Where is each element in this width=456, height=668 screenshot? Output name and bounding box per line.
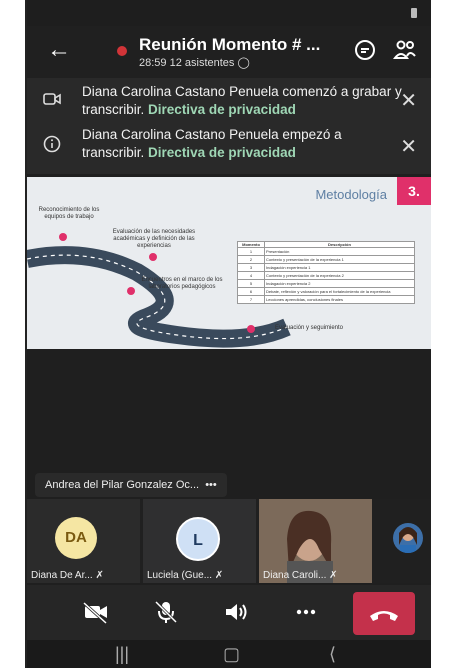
recording-banner-text: Diana Carolina Castano Penuela comenzó a… [82,83,402,119]
table-cell: 7 [237,295,265,304]
table-cell: 2 [237,255,265,264]
shared-content-stage: Metodología 3. Reconocimiento de los equ… [27,177,431,497]
meeting-timer: 28:59 [139,57,167,69]
table-cell: 3 [237,263,265,272]
table-cell: Lecciones aprendidas, conclusiones final… [264,295,415,304]
participants-icon[interactable] [393,38,417,62]
table-cell: 4 [237,271,265,280]
close-icon[interactable]: ✕ [400,88,417,113]
muted-mic-icon: ✗ [214,570,224,581]
slide-step-label: Evaluación de las necesidades académicas… [112,229,196,249]
participant-name: Diana Caroli... ✗ [263,570,338,581]
slide-table: Momento Descripción 1 Presentación 2 Con… [237,241,415,304]
table-row: 2 Contexto y presentación de la experien… [237,255,415,264]
slide-step-label: Reconocimiento de los equipos de trabajo [38,207,100,220]
recording-dot-icon [117,46,127,56]
self-view-avatar[interactable] [393,523,423,553]
table-cell: Contexto y presentación de la experienci… [264,271,415,280]
recording-banner: Diana Carolina Castano Penuela comenzó a… [27,78,431,126]
info-icon [43,135,61,153]
location-pin-icon [149,253,157,261]
status-bar [27,0,431,26]
participant-name-text: Diana De Ar... [31,570,93,581]
presenter-nametag[interactable]: Andrea del Pilar Gonzalez Oc... ••• [35,473,227,497]
slide-step-label: Encuentros en el marco de los laboratori… [141,277,223,290]
battery-icon [411,8,417,18]
speaker-icon[interactable] [221,597,251,627]
participant-name-text: Luciela (Gue... [147,570,213,581]
table-cell: Indagación experiencia 1 [264,263,415,272]
location-pin-icon [127,287,135,295]
participant-name: Luciela (Gue... ✗ [147,570,223,581]
table-cell: Contexto y presentación de la experienci… [264,255,415,264]
participant-tile[interactable]: L Luciela (Gue... ✗ [143,499,256,583]
mic-off-icon[interactable] [151,597,181,627]
attendee-count: 12 asistentes [169,57,235,69]
table-cell: 5 [237,279,265,288]
hang-up-phone-icon [370,611,398,621]
camera-off-icon[interactable] [81,597,111,627]
avatar: L [176,517,220,561]
camera-record-icon [43,93,61,105]
recent-apps-icon[interactable]: ||| [115,644,129,665]
privacy-link[interactable]: Directiva de privacidad [148,145,296,160]
meeting-meta: 28:59 12 asistentes ◯ [139,56,250,69]
table-row: 5 Indagación experiencia 2 [237,279,415,288]
transcription-banner: Diana Carolina Castano Penuela empezó a … [27,122,431,174]
participant-video-tile[interactable]: Diana Caroli... ✗ [259,499,372,583]
muted-mic-icon: ✗ [95,570,104,581]
slide-step-label: Evaluación y seguimiento [274,325,344,331]
table-row: 3 Indagación experiencia 1 [237,263,415,272]
table-cell: 6 [237,287,265,296]
close-icon[interactable]: ✕ [400,134,417,159]
transcription-banner-text: Diana Carolina Castano Penuela empezó a … [82,126,402,162]
more-options-icon[interactable]: ••• [205,479,217,491]
participant-strip: DA Diana De Ar... ✗ L Luciela (Gue... ✗ … [27,499,431,583]
more-options-icon[interactable] [291,597,321,627]
table-cell: Indagación experiencia 2 [264,279,415,288]
location-pin-icon [247,325,255,333]
table-cell: 1 [237,247,265,256]
participant-name: Diana De Ar... ✗ [31,570,104,581]
presenter-name: Andrea del Pilar Gonzalez Oc... [45,479,200,491]
android-nav-bar: ||| ▢ ⟨ [27,640,431,668]
table-cell: Presentación [264,247,415,256]
table-row: 1 Presentación [237,247,415,256]
meeting-title[interactable]: Reunión Momento # ... [139,35,320,55]
table-cell: Debate, reflexión y valoración para el f… [264,287,415,296]
phone-screen: ← Reunión Momento # ... 28:59 12 asisten… [27,0,431,668]
chat-icon[interactable] [353,38,377,62]
shield-icon: ◯ [237,57,250,69]
home-icon[interactable]: ▢ [223,644,240,665]
person-photo [399,527,417,553]
participant-name-text: Diana Caroli... [263,570,327,581]
privacy-link[interactable]: Directiva de privacidad [148,102,296,117]
hang-up-button[interactable] [353,592,415,635]
call-controls [27,585,431,640]
table-row: 4 Contexto y presentación de la experien… [237,271,415,280]
table-row: 6 Debate, reflexión y valoración para el… [237,287,415,296]
location-pin-icon [59,233,67,241]
back-arrow-icon[interactable]: ← [47,36,71,64]
avatar: DA [55,517,97,559]
participant-tile[interactable]: DA Diana De Ar... ✗ [27,499,140,583]
muted-mic-icon: ✗ [329,570,338,581]
shared-slide[interactable]: Metodología 3. Reconocimiento de los equ… [27,177,431,349]
meeting-header: ← Reunión Momento # ... 28:59 12 asisten… [27,26,431,78]
back-icon[interactable]: ⟨ [329,644,336,665]
table-row: 7 Lecciones aprendidas, conclusiones fin… [237,295,415,304]
